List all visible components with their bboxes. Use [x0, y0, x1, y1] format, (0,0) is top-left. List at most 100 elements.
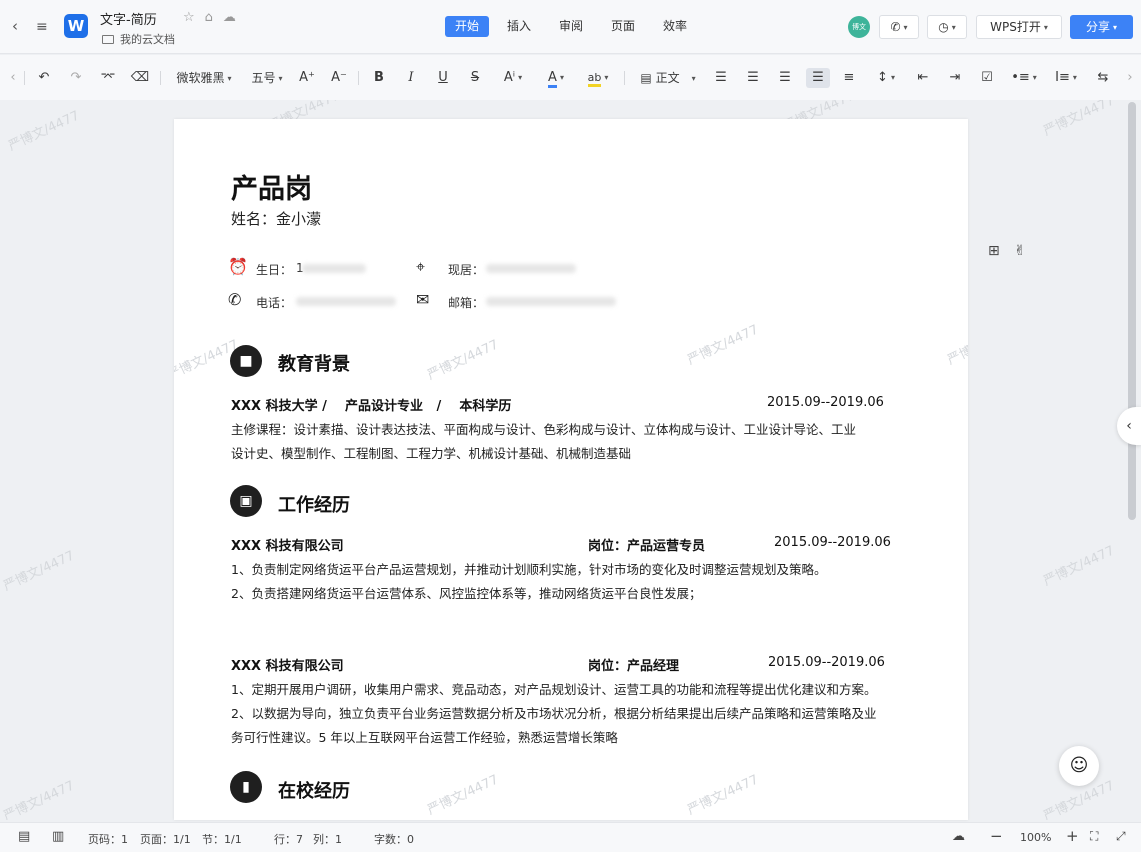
alarm-clock-icon: ⏰	[228, 257, 248, 276]
zoom-level[interactable]: 100%	[1020, 831, 1051, 844]
job-duty: 2、负责搭建网络货运平台运营体系、风控监控体系等，推动网络货运平台良性发展；	[231, 586, 702, 601]
tab-insert[interactable]: 插入	[497, 16, 541, 37]
wps-open-label: WPS打开	[990, 20, 1041, 34]
bold-button[interactable]: B	[369, 68, 389, 88]
checklist-icon[interactable]: ☑	[976, 68, 998, 88]
toolbar-prev-icon[interactable]: ‹	[8, 68, 18, 88]
decrease-indent-icon[interactable]: ⇤	[912, 68, 934, 88]
divider	[624, 71, 625, 85]
redacted-phone	[296, 297, 396, 306]
bullet-list-icon[interactable]: •≡ ▾	[1008, 68, 1040, 88]
job-duty: 2、以数据为导向，独立负责平台业务运营数据分析及市场状况分析，根据分析结果提出后…	[231, 706, 877, 721]
page-view-icon[interactable]: ▥	[52, 829, 64, 844]
document-location[interactable]: 我的云文档	[102, 31, 175, 47]
email-label: 邮箱：	[448, 296, 485, 310]
align-left-icon[interactable]: ☰	[710, 68, 732, 88]
font-name-select[interactable]: 微软雅黑 ▾	[170, 68, 238, 88]
job-position: 岗位：产品运营专员	[588, 539, 706, 554]
cloud-sync-icon[interactable]: ☁	[223, 10, 246, 25]
distributed-align-icon[interactable]: ≡	[838, 68, 860, 88]
book-icon: ▮	[230, 771, 262, 803]
strikethrough-button[interactable]: S	[465, 68, 485, 88]
resume-name: 姓名：金小濛	[231, 210, 322, 228]
education-line: 设计史、模型制作、工程制图、工程力学、机械设计基础、机械制造基础	[231, 446, 632, 461]
align-right-icon[interactable]: ☰	[774, 68, 796, 88]
thumbs-up-icon[interactable]: ✌	[1014, 243, 1026, 259]
status-page: 页码：1	[88, 833, 128, 846]
job-position: 岗位：产品经理	[588, 659, 680, 674]
align-center-icon[interactable]: ☰	[742, 68, 764, 88]
redo-icon[interactable]: ↷	[66, 68, 86, 88]
document-location-label: 我的云文档	[120, 33, 175, 46]
phone-label: 电话：	[256, 296, 293, 310]
section-title-work: 工作经历	[278, 495, 350, 516]
redacted-birth	[302, 264, 366, 273]
star-icon[interactable]: ☆	[183, 10, 205, 25]
status-bar: ▤ ▥ 页码：1 页面：1/1 节：1/1 行：7 列：1 字数：0 ☁ − 1…	[0, 822, 1141, 852]
share-button[interactable]: 分享 ▾	[1070, 15, 1133, 39]
job-duty: 1、负责制定网络货运平台产品运营规划，并推动计划顺利实施，针对市场的变化及时调整…	[231, 562, 827, 577]
status-row: 行：7	[274, 833, 303, 846]
superscript-icon[interactable]: Aⁱ ▾	[497, 68, 529, 88]
document-page[interactable]: 严博文/4477 严博文/4477 严博文/4477 严博文/4477 严博文/…	[174, 119, 968, 820]
paragraph-style-select[interactable]: ▤ 正文 ▾	[634, 68, 702, 88]
toolbar-next-icon[interactable]: ›	[1124, 68, 1136, 88]
history-button[interactable]: ◷ ▾	[927, 15, 967, 39]
call-button[interactable]: ✆ ▾	[879, 15, 919, 39]
section-title-education: 教育背景	[278, 354, 350, 375]
job-company: XXX 科技有限公司	[231, 659, 344, 674]
underline-button[interactable]: U	[433, 68, 453, 88]
text-direction-icon[interactable]: ⇆	[1092, 68, 1114, 88]
justify-icon[interactable]: ☰	[806, 68, 830, 88]
numbered-list-icon[interactable]: Ⅰ≡ ▾	[1050, 68, 1082, 88]
format-painter-icon[interactable]: ⌤	[98, 68, 118, 88]
watermark: 严博文/4477	[1041, 100, 1117, 140]
cloud-status-icon[interactable]: ☁	[952, 829, 965, 844]
avatar[interactable]: 博文	[848, 16, 870, 38]
assistant-avatar-button[interactable]: ☺	[1059, 746, 1099, 786]
job-date: 2015.09--2019.06	[774, 535, 891, 550]
add-comment-icon[interactable]: ⊞	[988, 243, 1000, 259]
fit-page-icon[interactable]: ⛶	[1090, 829, 1098, 844]
folder-icon	[102, 35, 114, 44]
phone-icon: ✆	[228, 290, 242, 309]
job-duty: 务可行性建议。5 年以上互联网平台运营工作经验，熟悉运营增长策略	[231, 730, 618, 745]
job-date: 2015.09--2019.06	[768, 655, 885, 670]
title-bar: ‹ ≡ W 文字-简历 我的云文档 ☆⌂☁ 开始 插入 审阅 页面 效率 博文 …	[0, 0, 1141, 54]
phone-icon: ✆	[890, 20, 901, 34]
tab-page[interactable]: 页面	[601, 16, 645, 37]
font-color-icon[interactable]: A ▾	[539, 68, 573, 88]
watermark: 严博文/4477	[425, 772, 501, 819]
undo-icon[interactable]: ↶	[34, 68, 54, 88]
line-spacing-icon[interactable]: ↕ ▾	[870, 68, 902, 88]
redacted-address	[486, 264, 576, 273]
italic-button[interactable]: I	[401, 68, 421, 88]
tag-icon[interactable]: ⌂	[205, 10, 223, 25]
vertical-scrollbar[interactable]	[1128, 102, 1136, 520]
increase-indent-icon[interactable]: ⇥	[944, 68, 966, 88]
zoom-in-icon[interactable]: +	[1066, 827, 1079, 845]
resume-title: 产品岗	[231, 174, 312, 205]
highlight-icon[interactable]: ab ▾	[581, 68, 615, 88]
tab-efficiency[interactable]: 效率	[653, 16, 697, 37]
menu-icon[interactable]: ≡	[36, 17, 48, 37]
divider	[358, 71, 359, 85]
tab-review[interactable]: 审阅	[549, 16, 593, 37]
style-icon: ▤	[640, 71, 656, 85]
watermark: 严博文/4477	[685, 772, 761, 819]
divider	[160, 71, 161, 85]
outline-icon[interactable]: ▤	[18, 829, 30, 844]
decrease-font-icon[interactable]: A⁻	[328, 68, 350, 88]
status-column: 列：1	[313, 833, 342, 846]
eraser-icon[interactable]: ⌫	[130, 68, 150, 88]
fullscreen-icon[interactable]: ⤢	[1116, 829, 1126, 844]
section-title-campus: 在校经历	[278, 781, 350, 802]
tab-start[interactable]: 开始	[445, 16, 489, 37]
increase-font-icon[interactable]: A⁺	[296, 68, 318, 88]
back-icon[interactable]: ‹	[12, 16, 18, 36]
chevron-left-icon: ‹	[1126, 418, 1132, 434]
watermark: 严博文/4477	[1, 548, 77, 595]
wps-open-button[interactable]: WPS打开 ▾	[976, 15, 1062, 39]
zoom-out-icon[interactable]: −	[990, 827, 1003, 845]
font-size-select[interactable]: 五号 ▾	[246, 68, 288, 88]
